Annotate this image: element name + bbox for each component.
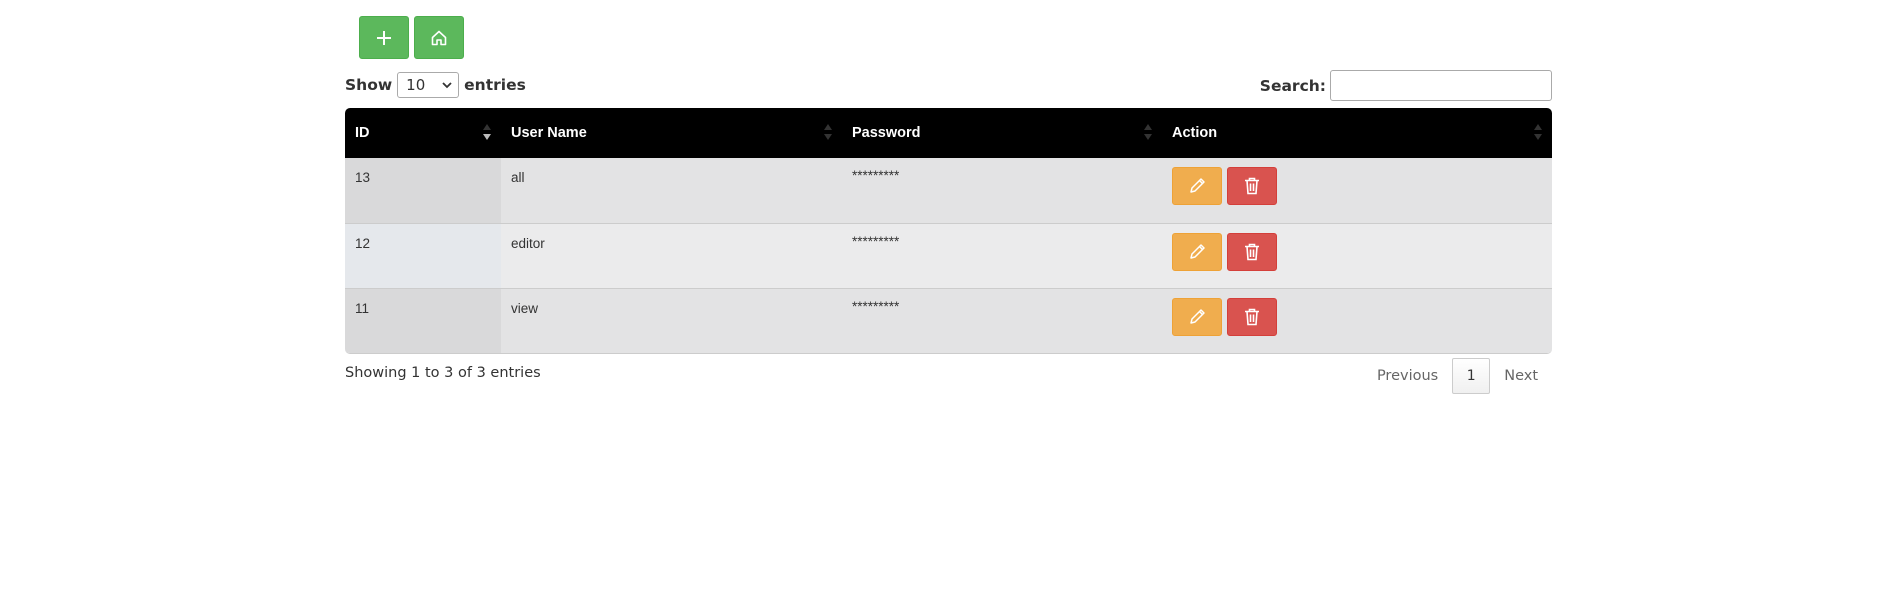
table-header-row: ID User Name Password Action	[345, 108, 1552, 158]
cell-username: view	[501, 287, 842, 353]
column-header-password[interactable]: Password	[842, 108, 1162, 158]
cell-password: *********	[842, 158, 1162, 223]
table-row: 13 all *********	[345, 158, 1552, 223]
entries-length-control: Show 10 entries	[345, 72, 526, 98]
cell-actions	[1162, 158, 1552, 223]
cell-id: 11	[345, 287, 501, 353]
trash-icon	[1245, 177, 1259, 195]
home-button[interactable]	[414, 16, 464, 59]
column-header-label: Action	[1172, 125, 1218, 141]
column-header-label: User Name	[511, 125, 587, 141]
table-row: 12 editor *********	[345, 222, 1552, 288]
plus-icon	[377, 30, 391, 45]
cell-username: editor	[501, 222, 842, 288]
edit-button[interactable]	[1172, 232, 1222, 271]
search-input[interactable]	[1330, 70, 1552, 101]
cell-username: all	[501, 158, 842, 223]
cell-id: 12	[345, 222, 501, 288]
entries-label: entries	[464, 76, 526, 94]
search-control: Search:	[1260, 70, 1552, 101]
sort-icon	[1144, 124, 1152, 142]
chevron-down-icon	[442, 81, 452, 88]
delete-button[interactable]	[1227, 167, 1277, 205]
show-label: Show	[345, 76, 393, 94]
column-header-label: Password	[852, 125, 921, 141]
users-table: ID User Name Password Action 13 all ****…	[345, 108, 1552, 353]
cell-actions	[1162, 222, 1552, 288]
cell-password: *********	[842, 222, 1162, 288]
entries-select[interactable]: 10	[397, 72, 460, 98]
sort-icon	[483, 124, 491, 142]
column-header-label: ID	[355, 125, 370, 141]
toolbar	[359, 16, 464, 59]
add-button[interactable]	[359, 16, 409, 59]
cell-actions	[1162, 287, 1552, 353]
previous-button[interactable]: Previous	[1363, 358, 1452, 394]
trash-icon	[1245, 243, 1259, 260]
home-icon	[431, 30, 447, 45]
cell-password: *********	[842, 287, 1162, 353]
sort-icon	[1534, 124, 1542, 142]
delete-button[interactable]	[1227, 297, 1277, 336]
edit-button[interactable]	[1172, 167, 1222, 205]
table-info: Showing 1 to 3 of 3 entries	[345, 365, 541, 381]
entries-select-value: 10	[406, 76, 426, 94]
pencil-icon	[1190, 178, 1205, 193]
users-table-wrapper: ID User Name Password Action 13 all ****…	[345, 108, 1552, 354]
pagination: Previous 1 Next	[1363, 358, 1552, 394]
pencil-icon	[1190, 243, 1205, 259]
next-button[interactable]: Next	[1490, 358, 1552, 394]
column-header-action[interactable]: Action	[1162, 108, 1552, 158]
trash-icon	[1245, 308, 1259, 325]
column-header-id[interactable]: ID	[345, 108, 501, 158]
sort-icon	[824, 124, 832, 142]
cell-id: 13	[345, 158, 501, 223]
pencil-icon	[1190, 308, 1205, 324]
page-button-current[interactable]: 1	[1452, 358, 1491, 394]
edit-button[interactable]	[1172, 297, 1222, 336]
search-label: Search:	[1259, 76, 1326, 95]
delete-button[interactable]	[1227, 232, 1277, 271]
table-row: 11 view *********	[345, 287, 1552, 353]
column-header-username[interactable]: User Name	[501, 108, 842, 158]
